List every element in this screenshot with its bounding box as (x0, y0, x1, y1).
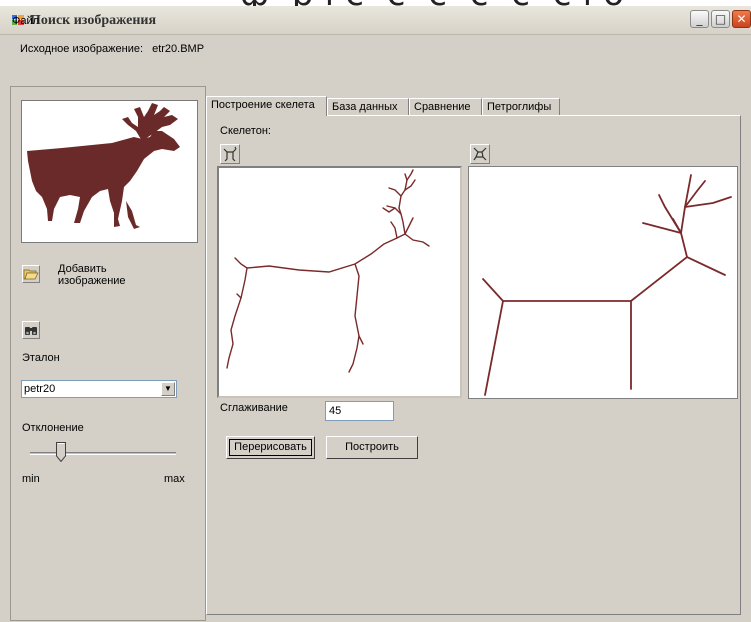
build-button[interactable]: Построить (326, 436, 418, 459)
skeleton-drawing-left (226, 169, 430, 373)
source-image-filename: etr20.BMP (152, 43, 205, 55)
source-image-line: Исходное изображение: etr20.BMP (20, 43, 204, 55)
deer-silhouette-image (27, 103, 180, 229)
smoothing-value: 45 (329, 405, 342, 417)
etalon-select[interactable]: petr20 ▼ (21, 380, 177, 398)
add-image-button[interactable] (22, 265, 40, 283)
skeleton-panel-right (468, 166, 738, 399)
skeleton-shape-icon (223, 146, 237, 162)
deviation-slider-thumb[interactable] (56, 442, 66, 462)
close-button[interactable]: ✕ (732, 10, 751, 28)
title-bar: Поиск изображения _ □ ✕ (0, 6, 751, 35)
find-button[interactable] (22, 321, 40, 339)
chevron-down-icon[interactable]: ▼ (161, 382, 175, 396)
deviation-slider-track[interactable] (30, 452, 176, 455)
menu-file[interactable]: Файл (12, 15, 39, 27)
skeleton-view-2-button[interactable] (470, 144, 490, 164)
maximize-icon: □ (714, 12, 727, 26)
maximize-button[interactable]: □ (711, 10, 730, 28)
slider-min-label: min (22, 473, 40, 485)
folder-open-icon (23, 269, 39, 280)
skeleton-panel-left (217, 166, 462, 398)
tab-petroglyphs[interactable]: Петроглифы (482, 98, 560, 115)
skeleton-view-1-button[interactable] (220, 144, 240, 164)
slider-max-label: max (164, 473, 185, 485)
etalon-label: Эталон (22, 352, 60, 364)
source-image-preview (21, 100, 198, 243)
binoculars-icon (25, 327, 37, 335)
window-title: Поиск изображения (30, 13, 157, 28)
skeleton-drawing-right (482, 174, 732, 396)
tab-compare[interactable]: Сравнение (409, 98, 482, 115)
tab-database[interactable]: База данных (327, 98, 409, 115)
skeleton-label: Скелетон: (220, 125, 271, 137)
etalon-select-value: petr20 (24, 383, 56, 395)
close-icon: ✕ (736, 12, 747, 26)
skeleton-star-icon (473, 147, 487, 161)
add-image-label: Добавить изображение (58, 263, 126, 287)
deviation-label: Отклонение (22, 422, 84, 434)
main-window: Поиск изображения _ □ ✕ Файл Исходное из… (0, 6, 751, 622)
minimize-button[interactable]: _ (690, 10, 709, 28)
tab-skeleton[interactable]: Построение скелета (206, 96, 327, 116)
minimize-icon: _ (696, 12, 703, 26)
smoothing-input[interactable]: 45 (325, 401, 394, 421)
smoothing-label: Сглаживание (220, 402, 288, 414)
source-image-label: Исходное изображение: (20, 43, 144, 55)
redraw-button[interactable]: Перерисовать (226, 436, 315, 459)
